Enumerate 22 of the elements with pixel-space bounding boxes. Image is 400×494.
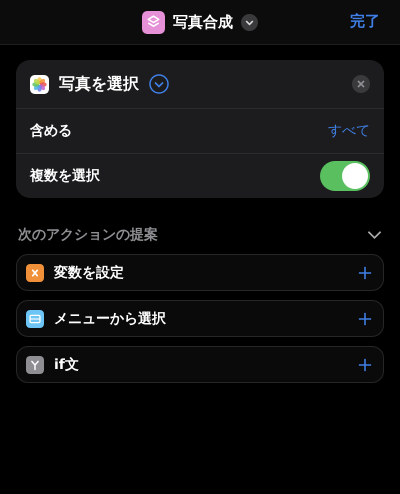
plus-icon[interactable] [358, 358, 372, 372]
done-button[interactable]: 完了 [348, 10, 382, 33]
suggestion-label: 変数を設定 [54, 264, 124, 282]
suggestion-label: メニューから選択 [54, 310, 166, 328]
option-label: 複数を選択 [30, 167, 100, 185]
shortcut-icon [142, 10, 165, 34]
option-value[interactable]: すべて [328, 122, 370, 140]
chevron-icon[interactable] [367, 230, 382, 240]
chevron-down-icon[interactable] [241, 14, 258, 30]
toggle-switch[interactable] [320, 161, 370, 191]
close-icon[interactable] [352, 75, 370, 93]
suggestion-label: if文 [54, 356, 79, 374]
option-label: 含める [30, 122, 72, 140]
section-title: 次のアクションの提案 [18, 226, 158, 244]
suggestion-item[interactable]: if文 [16, 346, 384, 383]
action-title: 写真を選択 [59, 74, 139, 94]
plus-icon[interactable] [358, 312, 372, 326]
photos-icon [30, 74, 49, 94]
shortcut-title: 写真合成 [173, 12, 233, 32]
plus-icon[interactable] [358, 266, 372, 280]
suggestion-item[interactable]: 変数を設定 [16, 254, 384, 291]
suggestion-item[interactable]: メニューから選択 [16, 300, 384, 337]
